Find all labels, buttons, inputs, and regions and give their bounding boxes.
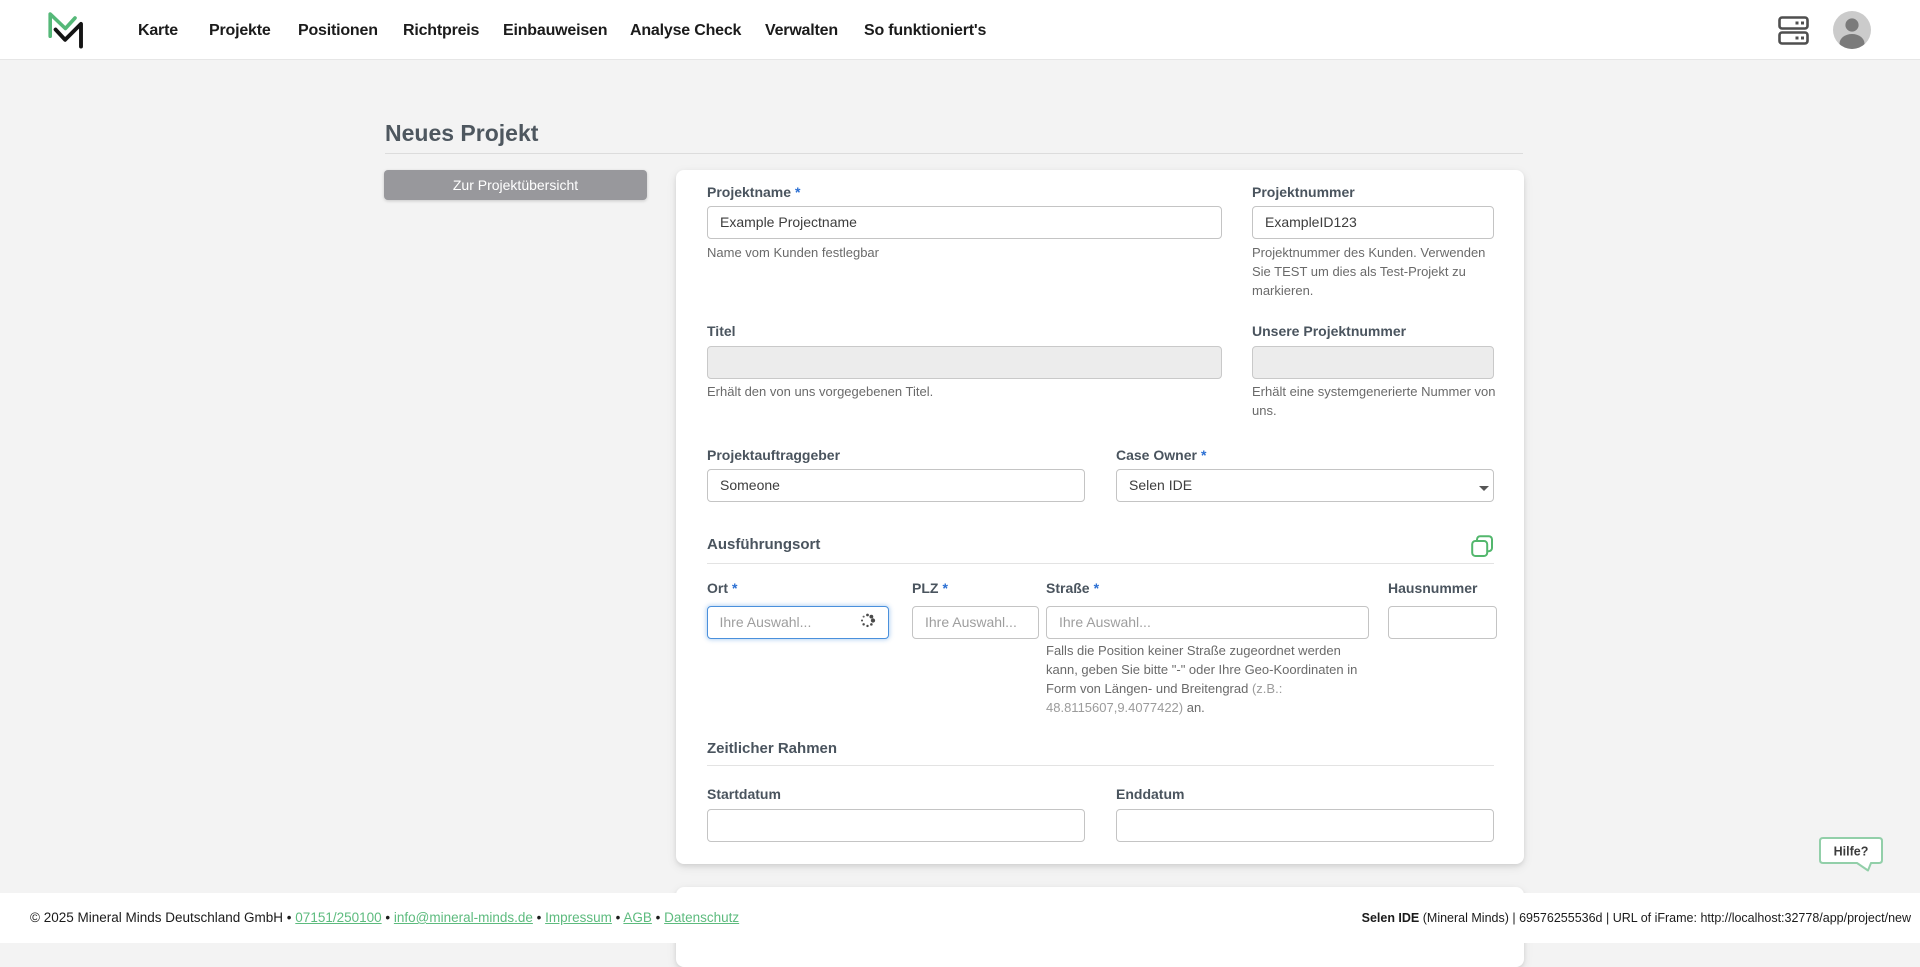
svg-text:Hilfe?: Hilfe?: [1834, 845, 1869, 859]
